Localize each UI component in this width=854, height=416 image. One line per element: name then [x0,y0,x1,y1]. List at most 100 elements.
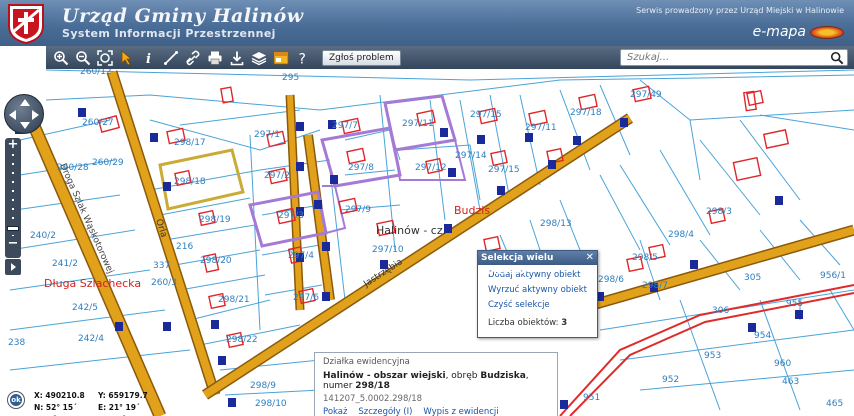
parcel-label: 297/6 [293,293,319,303]
parcel-description: Halinów - obszar wiejski, obręb Budziska… [323,371,549,391]
parcel-label: 954 [754,331,771,341]
street-label-orla: Orla [153,218,168,239]
parcel-label: 298/6 [598,275,624,285]
parcel-area-name: Halinów - obszar wiejski [323,371,446,381]
parcel-details-link[interactable]: Szczegóły (I) [358,407,412,416]
pan-control [4,94,44,134]
app-title: Urząd Gminy Halinów [62,5,304,27]
parcel-label: 298/9 [250,381,276,391]
parcel-label: 297/15 [470,110,502,120]
parcel-label: 298/7 [642,281,668,291]
zoom-slider-handle[interactable] [7,226,19,231]
parcel-label: 298/13 [540,219,572,229]
ok-button[interactable]: ok [8,392,24,408]
parcel-label: 960 [774,359,791,369]
zoom-track[interactable] [12,154,14,236]
show-parcel-link[interactable]: Pokaż [323,407,347,416]
parcel-label: 297/9 [345,205,371,215]
parcel-label: 298/20 [200,256,232,266]
parcel-identifier: 141207_5.0002.298/18 [323,394,423,404]
selection-popup-header: Selekcja wielu obiektów ✕ [478,251,597,277]
parcel-info-box: Działka ewidencyjna Halinów - obszar wie… [314,352,558,416]
street-labels: Jastrzębia Orla [153,218,404,290]
parcel-label: 260/3 [151,278,177,288]
parcel-label: 297/1 [254,130,280,140]
place-labels: Halinów - cz. Budzis Długa Szlachecka Dr… [44,162,490,290]
parcel-label: 260/27 [82,118,114,128]
parcel-label: 297/14 [455,151,487,161]
coord-x: X: 490210.8 [34,391,85,400]
parcel-label: 297/7 [332,121,358,131]
parcel-label: 297/18 [570,108,602,118]
parcel-label: 297/10 [372,245,404,255]
close-icon[interactable]: ✕ [586,251,594,265]
selection-count-row: Liczba obiektów: 3 [488,318,597,328]
parcel-label: 297/11 [402,119,434,129]
zoom-out-button[interactable]: − [5,237,21,252]
app-header: Urząd Gminy Halinów System Informacji Pr… [0,0,854,46]
parcel-label: 298/5 [632,253,658,263]
app-subtitle: System Informacji Przestrzennej [62,27,276,40]
parcel-label: 298/21 [218,295,250,305]
coordinate-row-xy: X: 490210.8 Y: 659179.7 [34,390,164,402]
parcel-label: 260/29 [92,158,124,168]
zoom-bar: + − [5,138,21,258]
registry-extract-link[interactable]: Wypis z ewidencji [423,407,498,416]
coord-e: E: 21° 19´ 58.16˝ [98,403,140,416]
place-label-dluga-szlachecka: Długa Szlachecka [44,277,141,290]
parcel-label: 956/1 [820,271,846,281]
multi-selection-popup: Selekcja wielu obiektów ✕ Dodaj aktywny … [477,250,598,338]
parcel-label: 297/2 [264,171,290,181]
parcel-label: 952 [662,375,679,385]
parcel-number: 298/18 [355,381,390,391]
coat-of-arms-logo [8,4,44,44]
parcel-label: 298/3 [706,207,732,217]
parcel-label: 306 [712,306,729,316]
selection-count-value: 3 [561,318,568,328]
remove-active-object-link[interactable]: Wyrzuć aktywny obiekt [488,285,597,295]
parcel-label: 955 [786,299,803,309]
parcel-label: 465 [826,399,843,409]
parcel-label: 298/17 [174,138,206,148]
parcel-label: 297/4 [288,251,314,261]
place-label-budziska: Budzis [454,204,490,217]
expand-panel-button[interactable] [5,259,21,275]
parcel-label: 297/11 [525,123,557,133]
brand[interactable]: e-mapa [753,24,844,40]
parcel-label: 298/19 [199,215,231,225]
coordinate-readout: X: 490210.8 Y: 659179.7 N: 52° 15´ 17.5˝ E… [34,390,164,416]
parcel-label: 951 [583,393,600,403]
parcel-label: 337 [153,261,170,271]
parcel-label: 463 [782,377,799,387]
parcel-label: 295 [282,73,299,83]
parcel-label: 953 [704,351,721,361]
service-note: Serwis prowadzony przez Urząd Miejski w … [636,6,844,15]
parcel-label: 297/15 [488,165,520,175]
pan-up-arrow-icon[interactable] [20,99,30,106]
pan-left-arrow-icon[interactable] [9,110,16,120]
parcel-label: 298/22 [226,335,258,345]
brand-name: e-mapa [752,24,806,40]
place-label-halinow: Halinów - cz. [376,224,446,237]
parcel-info-heading: Działka ewidencyjna [323,357,410,367]
parcel-label: 297/12 [415,163,447,173]
parcel-precinct-prefix: , obręb [445,371,481,381]
parcel-label: 242/5 [72,303,98,313]
zoom-in-button[interactable]: + [5,138,21,152]
parcel-label: 298/10 [255,399,287,409]
pan-right-arrow-icon[interactable] [32,110,39,120]
parcel-label: 298/4 [668,230,694,240]
parcel-label: 241/2 [52,259,78,269]
coordinate-row-ne: N: 52° 15´ 17.5˝ E: 21° 19´ 58.16˝ [34,402,164,416]
parcel-label: 297/3 [278,211,304,221]
coord-y: Y: 659179.7 [98,391,148,400]
parcel-label: 297/49 [630,90,662,100]
pan-down-arrow-icon[interactable] [20,122,30,129]
parcel-label: 305 [744,273,761,283]
clear-selection-link[interactable]: Czyść selekcje [488,300,597,310]
parcel-label: 240/2 [30,231,56,241]
parcel-label: 260/12 [80,69,112,77]
parcel-label: 216 [176,242,193,252]
parcel-links: Pokaż Szczegóły (I) Wypis z ewidencji [323,407,549,416]
parcel-precinct-name: Budziska [480,371,526,381]
